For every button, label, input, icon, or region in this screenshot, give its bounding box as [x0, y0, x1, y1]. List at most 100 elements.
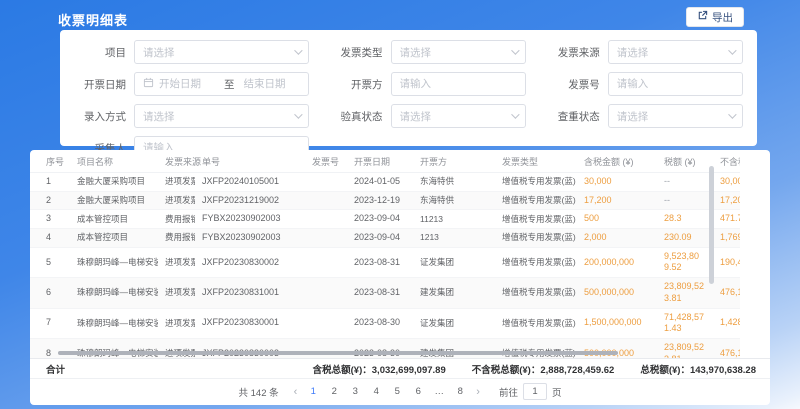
- cell-date: 2023-09-04: [347, 210, 413, 229]
- cell-project: 金融大厦采购项目: [70, 173, 158, 192]
- cell-index: 7: [30, 308, 70, 338]
- end-date-input[interactable]: [244, 78, 300, 90]
- cell-order-no: JXFP20230831001: [195, 278, 305, 308]
- cell-invoice-no: [305, 308, 347, 338]
- filter-label-invoice-source: 发票来源: [540, 45, 600, 60]
- invoice-table-panel: 序号 项目名称 发票来源 单号 发票号 开票日期 开票方 发票类型 含税金额 (…: [30, 150, 770, 405]
- invoice-source-placeholder: 请选择: [617, 45, 723, 60]
- page-button-3[interactable]: 3: [348, 386, 362, 397]
- cell-type: 增值税专用发票(蓝): [495, 191, 577, 210]
- cell-source: 进项发票: [158, 173, 195, 192]
- calendar-icon: [143, 77, 154, 91]
- cell-type: 增值税专用发票(蓝): [495, 338, 577, 358]
- date-range-separator: 至: [220, 77, 239, 92]
- cell-net: 190,476,190.48: [713, 247, 740, 277]
- pagination-total: 共 142 条: [238, 385, 278, 399]
- chevron-down-icon: [728, 110, 736, 118]
- cell-source: 费用报销: [158, 210, 195, 229]
- cell-invoice-no: [305, 191, 347, 210]
- cell-project: 成本管控项目: [70, 210, 158, 229]
- col-issuer: 开票方: [413, 150, 495, 173]
- cell-source: 进项发票: [158, 338, 195, 358]
- table-viewport: 序号 项目名称 发票来源 单号 发票号 开票日期 开票方 发票类型 含税金额 (…: [30, 150, 740, 358]
- export-button[interactable]: 导出: [686, 7, 744, 27]
- cell-tax: 71,428,571.43: [657, 308, 713, 338]
- start-date-input[interactable]: [159, 78, 215, 90]
- page-button-8[interactable]: 8: [453, 386, 467, 397]
- cell-date: 2023-12-19: [347, 191, 413, 210]
- invoice-table: 序号 项目名称 发票来源 单号 发票号 开票日期 开票方 发票类型 含税金额 (…: [30, 150, 740, 358]
- invoice-source-select[interactable]: 请选择: [608, 40, 743, 64]
- invoice-number-input[interactable]: [617, 78, 734, 90]
- invoice-date-range[interactable]: 至: [134, 72, 309, 96]
- page-button-6[interactable]: 6: [411, 386, 425, 397]
- cell-amount: 200,000,000: [577, 247, 657, 277]
- table-header-row: 序号 项目名称 发票来源 单号 发票号 开票日期 开票方 发票类型 含税金额 (…: [30, 150, 740, 173]
- issuer-field[interactable]: [391, 72, 526, 96]
- cell-net: 476,190,476.19: [713, 278, 740, 308]
- cell-net: 471.7: [713, 210, 740, 229]
- page-button-1[interactable]: 1: [306, 386, 320, 397]
- cell-issuer: 东海特供: [413, 173, 495, 192]
- filter-panel: 项目 请选择 发票类型 请选择 发票来源 请选择 开票日期: [60, 30, 757, 146]
- page-button-4[interactable]: 4: [369, 386, 383, 397]
- goto-page-input[interactable]: [523, 383, 547, 400]
- prev-page-arrow[interactable]: ‹: [292, 386, 300, 398]
- total-tax-included: 含税总额(¥)：3,032,699,097.89: [313, 362, 446, 376]
- invoice-type-placeholder: 请选择: [400, 45, 506, 60]
- total-tax: 总税额(¥)：143,970,638.28: [640, 362, 756, 376]
- cell-invoice-no: [305, 210, 347, 229]
- filter-label-entry-method: 录入方式: [66, 109, 126, 124]
- pagination: 共 142 条 ‹ 1 2 3 4 5 6 … 8 › 前往 页: [30, 379, 770, 404]
- cell-source: 进项发票: [158, 191, 195, 210]
- cell-type: 增值税专用发票(蓝): [495, 308, 577, 338]
- filter-label-verify-status: 验真状态: [323, 109, 383, 124]
- cell-amount: 500: [577, 210, 657, 229]
- verify-status-placeholder: 请选择: [400, 109, 506, 124]
- invoice-number-field[interactable]: [608, 72, 743, 96]
- cell-project: 成本管控项目: [70, 229, 158, 248]
- col-project: 项目名称: [70, 150, 158, 173]
- issuer-input[interactable]: [400, 78, 517, 90]
- col-net: 不含税金额 (¥): [713, 150, 740, 173]
- dedup-status-select[interactable]: 请选择: [608, 104, 743, 128]
- col-order-no: 单号: [195, 150, 305, 173]
- cell-amount: 30,000: [577, 173, 657, 192]
- project-select-placeholder: 请选择: [143, 45, 289, 60]
- cell-source: 进项发票: [158, 247, 195, 277]
- cell-index: 1: [30, 173, 70, 192]
- page-title: 收票明细表: [58, 10, 128, 29]
- cell-tax: 230.09: [657, 229, 713, 248]
- table-row: 5 珠穆朗玛峰—电梯安装 进项发票 JXFP20230830002 2023-0…: [30, 247, 740, 277]
- cell-source: 进项发票: [158, 308, 195, 338]
- cell-tax: 9,523,809.52: [657, 247, 713, 277]
- cell-source: 进项发票: [158, 278, 195, 308]
- col-source: 发票来源: [158, 150, 195, 173]
- cell-date: 2023-08-31: [347, 247, 413, 277]
- vertical-scrollbar-thumb[interactable]: [709, 166, 714, 284]
- horizontal-scrollbar-thumb[interactable]: [58, 351, 618, 355]
- page-button-2[interactable]: 2: [327, 386, 341, 397]
- verify-status-select[interactable]: 请选择: [391, 104, 526, 128]
- table-row: 8 珠穆朗玛峰—电梯安装 进项发票 JXFP20230830003 2023-0…: [30, 338, 740, 358]
- filter-label-issuer: 开票方: [323, 77, 383, 92]
- cell-date: 2023-09-04: [347, 229, 413, 248]
- entry-method-select[interactable]: 请选择: [134, 104, 309, 128]
- cell-order-no: JXFP20230830002: [195, 247, 305, 277]
- cell-project: 珠穆朗玛峰—电梯安装: [70, 308, 158, 338]
- chevron-down-icon: [294, 46, 302, 54]
- project-select[interactable]: 请选择: [134, 40, 309, 64]
- cell-date: 2023-08-30: [347, 308, 413, 338]
- cell-order-no: FYBX20230902003: [195, 210, 305, 229]
- filter-label-dedup-status: 查重状态: [540, 109, 600, 124]
- page-button-5[interactable]: 5: [390, 386, 404, 397]
- invoice-type-select[interactable]: 请选择: [391, 40, 526, 64]
- cell-invoice-no: [305, 173, 347, 192]
- cell-index: 5: [30, 247, 70, 277]
- cell-order-no: JXFP20231219002: [195, 191, 305, 210]
- page-ellipsis[interactable]: …: [432, 386, 446, 397]
- totals-label: 合计: [30, 362, 313, 376]
- cell-tax: 28.3: [657, 210, 713, 229]
- cell-source: 费用报销: [158, 229, 195, 248]
- next-page-arrow[interactable]: ›: [474, 386, 482, 398]
